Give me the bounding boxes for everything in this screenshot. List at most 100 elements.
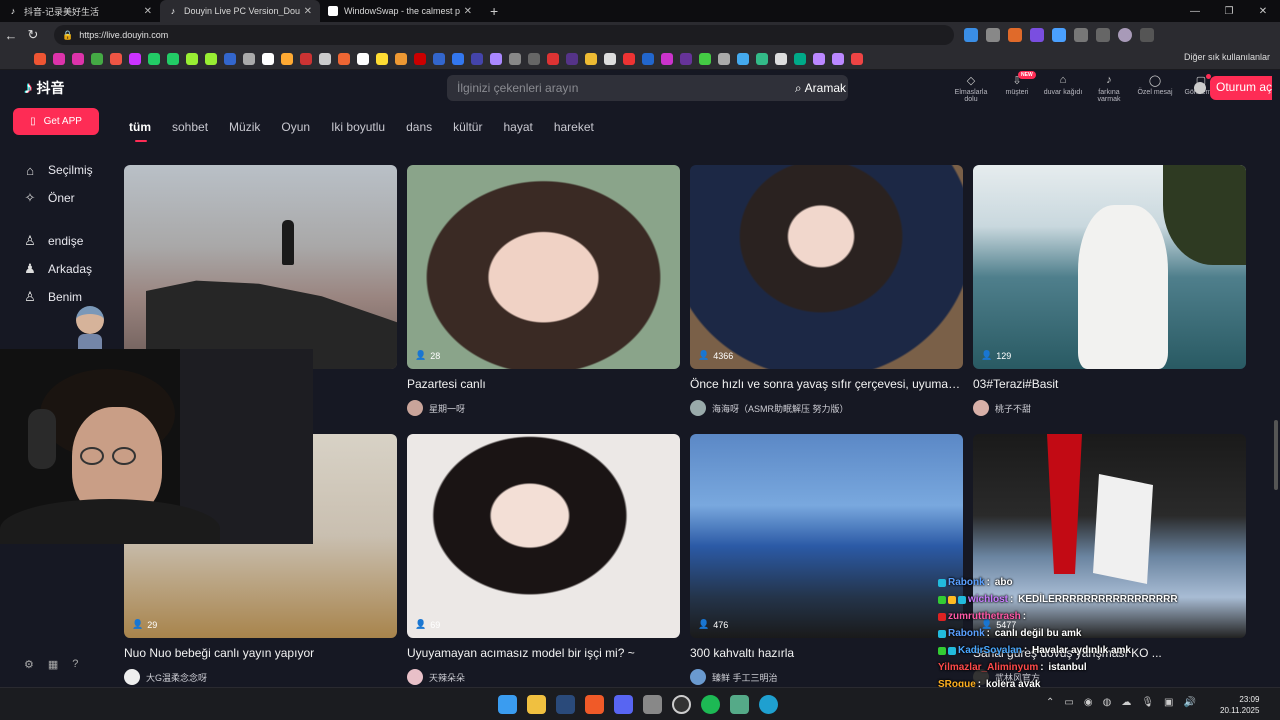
windows-start-icon[interactable] xyxy=(498,695,517,714)
bookmark-icon[interactable] xyxy=(737,52,749,65)
bookmark-icon[interactable] xyxy=(813,52,825,65)
extension-icon[interactable] xyxy=(1008,28,1022,42)
maximize-icon[interactable]: ❐ xyxy=(1212,6,1246,17)
bookmark-icon[interactable] xyxy=(357,52,369,65)
onedrive-icon[interactable]: ☁ xyxy=(1121,697,1131,708)
search-input[interactable] xyxy=(447,81,795,95)
close-icon[interactable]: ✕ xyxy=(464,6,472,17)
extension-icon[interactable] xyxy=(964,28,978,42)
stream-card[interactable]: 👤 4366 Önce hızlı ve sonra yavaş sıfır çe… xyxy=(690,165,963,416)
stream-thumbnail[interactable]: 👤 129 xyxy=(973,165,1246,369)
bookmark-icon[interactable] xyxy=(205,52,217,65)
tab-hareket[interactable]: hareket xyxy=(554,120,594,134)
obs-icon[interactable] xyxy=(672,695,691,714)
profile-avatar[interactable] xyxy=(1118,28,1132,42)
steam-icon[interactable] xyxy=(556,695,575,714)
bookmark-icon[interactable] xyxy=(91,52,103,65)
bookmark-icon[interactable] xyxy=(72,52,84,65)
network-icon[interactable]: ▣ xyxy=(1164,697,1173,708)
tab-douyin-home[interactable]: ♪ 抖音-记录美好生活 ✕ xyxy=(0,0,160,22)
bookmark-icon[interactable] xyxy=(794,52,806,65)
chevron-up-icon[interactable]: ⌃ xyxy=(1046,697,1054,708)
stream-author[interactable]: 大G温柔念念呀 xyxy=(124,669,397,685)
app-icon[interactable] xyxy=(730,695,749,714)
steam-tray-icon[interactable]: ◍ xyxy=(1103,697,1112,708)
stream-thumbnail[interactable]: 👤 4366 xyxy=(690,165,963,369)
stream-thumbnail[interactable] xyxy=(124,165,397,369)
bookmark-icon[interactable] xyxy=(129,52,141,65)
bookmarks-folder[interactable]: Diğer sık kullanılanlar xyxy=(1184,52,1270,62)
battery-icon[interactable]: ▭ xyxy=(1064,697,1073,708)
bookmark-icon[interactable] xyxy=(452,52,464,65)
bookmark-icon[interactable] xyxy=(148,52,160,65)
stream-author[interactable]: 桃子不甜 xyxy=(973,400,1246,416)
stream-title[interactable]: Nuo Nuo bebeği canlı yayın yapıyor xyxy=(124,646,397,661)
stream-thumbnail[interactable]: 👤 69 xyxy=(407,434,680,638)
header-action-duvar-kagidi[interactable]: ⌂ duvar kağıdı xyxy=(1040,74,1086,103)
bookmark-icon[interactable] xyxy=(509,52,521,65)
extension-icon[interactable] xyxy=(1074,28,1088,42)
bookmark-icon[interactable] xyxy=(490,52,502,65)
get-app-button[interactable]: ▯ Get APP xyxy=(13,108,99,135)
search-button[interactable]: ⌕ Aramak xyxy=(795,81,848,96)
grid-icon[interactable]: ▦ xyxy=(48,658,58,671)
spotify-icon[interactable] xyxy=(701,695,720,714)
close-icon[interactable]: ✕ xyxy=(304,6,312,17)
bookmark-icon[interactable] xyxy=(528,52,540,65)
close-window-icon[interactable]: ✕ xyxy=(1246,6,1280,17)
bookmark-icon[interactable] xyxy=(433,52,445,65)
bookmark-icon[interactable] xyxy=(338,52,350,65)
close-icon[interactable]: ✕ xyxy=(144,6,152,17)
stream-thumbnail[interactable]: 👤 28 xyxy=(407,165,680,369)
stream-title[interactable]: Pazartesi canlı xyxy=(407,377,680,392)
login-button[interactable]: Oturum açma xyxy=(1210,76,1280,100)
sidebar-item-secilmis[interactable]: ⌂ Seçilmiş xyxy=(22,156,93,184)
bookmark-icon[interactable] xyxy=(604,52,616,65)
bookmark-icon[interactable] xyxy=(376,52,388,65)
bookmark-icon[interactable] xyxy=(300,52,312,65)
mic-icon[interactable]: 🎙 xyxy=(1141,697,1154,708)
stream-card[interactable]: 👤 69 Uyuyamayan acımasız model bir işçi m… xyxy=(407,434,680,685)
bookmark-icon[interactable] xyxy=(547,52,559,65)
settings-icon[interactable]: ⚙ xyxy=(24,658,34,671)
volume-icon[interactable]: 🔊 xyxy=(1183,697,1195,708)
bookmark-icon[interactable] xyxy=(680,52,692,65)
extension-icon[interactable] xyxy=(1030,28,1044,42)
bookmark-icon[interactable] xyxy=(471,52,483,65)
app-tray-icon[interactable]: ◉ xyxy=(1084,697,1093,708)
bookmark-icon[interactable] xyxy=(642,52,654,65)
tab-sohbet[interactable]: sohbet xyxy=(172,120,208,134)
bookmark-icon[interactable] xyxy=(851,52,863,65)
brave-icon[interactable] xyxy=(585,695,604,714)
stream-author[interactable]: 臻鲜 手工三明治 xyxy=(690,669,963,685)
stream-card[interactable]: 👤 476 300 kahvaltı hazırla 臻鲜 手工三明治 xyxy=(690,434,963,685)
header-action-ozel-mesaj[interactable]: ◯ Özel mesaj xyxy=(1132,74,1178,103)
bookmark-icon[interactable] xyxy=(832,52,844,65)
help-icon[interactable]: ? xyxy=(72,658,78,671)
header-action-musteri[interactable]: NEW ⇩ müşteri xyxy=(994,71,1040,103)
stream-author[interactable]: 星期一呀 xyxy=(407,400,680,416)
extension-icon[interactable] xyxy=(1052,28,1066,42)
stream-card[interactable] xyxy=(124,165,397,369)
bookmark-icon[interactable] xyxy=(566,52,578,65)
url-field[interactable]: 🔒 https://live.douyin.com xyxy=(54,25,954,45)
header-action-elmaslarla-dolu[interactable]: ◇ Elmaslarla dolu xyxy=(948,74,994,103)
menu-icon[interactable] xyxy=(1140,28,1154,42)
bookmark-icon[interactable] xyxy=(319,52,331,65)
stream-title[interactable]: Önce hızlı ve sonra yavaş sıfır çerçeves… xyxy=(690,377,963,392)
bookmark-icon[interactable] xyxy=(756,52,768,65)
tab-windowswap[interactable]: WindowSwap - the calmest place ✕ xyxy=(320,0,480,22)
stream-card[interactable]: 👤 28 Pazartesi canlı 星期一呀 xyxy=(407,165,680,416)
app-icon[interactable] xyxy=(643,695,662,714)
tab-oyun[interactable]: Oyun xyxy=(281,120,310,134)
bookmark-icon[interactable] xyxy=(34,52,46,65)
bookmark-icon[interactable] xyxy=(224,52,236,65)
sidebar-item-oner[interactable]: ✧ Öner xyxy=(22,184,93,212)
bookmark-icon[interactable] xyxy=(718,52,730,65)
download-icon[interactable] xyxy=(1096,28,1110,42)
stream-author[interactable]: 海海呀（ASMR助眠解压 努力版） xyxy=(690,400,963,416)
refresh-icon[interactable]: ↻ xyxy=(22,27,44,43)
bookmark-icon[interactable] xyxy=(53,52,65,65)
stream-card[interactable]: 👤 129 03#Terazi#Basit 桃子不甜 xyxy=(973,165,1246,416)
tab-muzik[interactable]: Müzik xyxy=(229,120,260,134)
